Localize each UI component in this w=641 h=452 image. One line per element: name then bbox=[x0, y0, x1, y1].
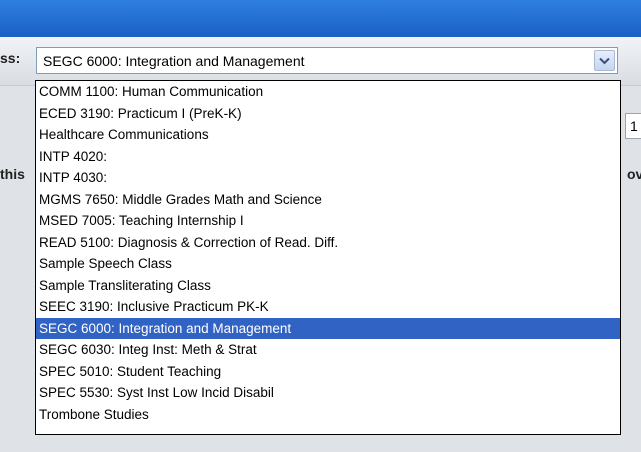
dropdown-option[interactable]: MSED 7005: Teaching Internship I bbox=[36, 210, 620, 232]
window-titlebar bbox=[0, 0, 641, 37]
dropdown-option[interactable]: MGMS 7650: Middle Grades Math and Scienc… bbox=[36, 189, 620, 211]
dropdown-option[interactable]: SPEC 5010: Student Teaching bbox=[36, 361, 620, 383]
chevron-down-icon[interactable] bbox=[594, 50, 615, 71]
background-input-value: 1 bbox=[630, 118, 638, 134]
dropdown-option[interactable]: ECED 3190: Practicum I (PreK-K) bbox=[36, 103, 620, 125]
class-field-label: ss: bbox=[0, 50, 21, 66]
class-select[interactable]: SEGC 6000: Integration and Management bbox=[36, 47, 618, 74]
dropdown-option[interactable]: Healthcare Communications bbox=[36, 124, 620, 146]
class-dropdown-list[interactable]: COMM 1100: Human Communication ECED 3190:… bbox=[35, 80, 621, 435]
dropdown-option[interactable]: INTP 4020: bbox=[36, 146, 620, 168]
dropdown-option[interactable]: SPEC 5530: Syst Inst Low Incid Disabil bbox=[36, 382, 620, 404]
class-select-value: SEGC 6000: Integration and Management bbox=[43, 53, 305, 69]
dropdown-option[interactable]: Sample Transliterating Class bbox=[36, 275, 620, 297]
background-input-fragment[interactable]: 1 bbox=[625, 113, 641, 139]
dropdown-option[interactable]: SEGC 6000: Integration and Management bbox=[36, 317, 620, 339]
dropdown-option[interactable]: SEGC 6030: Integ Inst: Meth & Strat bbox=[36, 339, 620, 361]
dropdown-option[interactable]: COMM 1100: Human Communication bbox=[36, 81, 620, 103]
background-right-text-fragment: ov bbox=[627, 166, 641, 182]
dropdown-option[interactable]: READ 5100: Diagnosis & Correction of Rea… bbox=[36, 232, 620, 254]
dropdown-option[interactable]: INTP 4030: bbox=[36, 167, 620, 189]
dropdown-option[interactable]: SEEC 3190: Inclusive Practicum PK-K bbox=[36, 296, 620, 318]
background-text-fragment: this bbox=[0, 166, 25, 182]
dropdown-option[interactable]: Trombone Studies bbox=[36, 404, 620, 426]
dropdown-option[interactable]: Sample Speech Class bbox=[36, 253, 620, 275]
